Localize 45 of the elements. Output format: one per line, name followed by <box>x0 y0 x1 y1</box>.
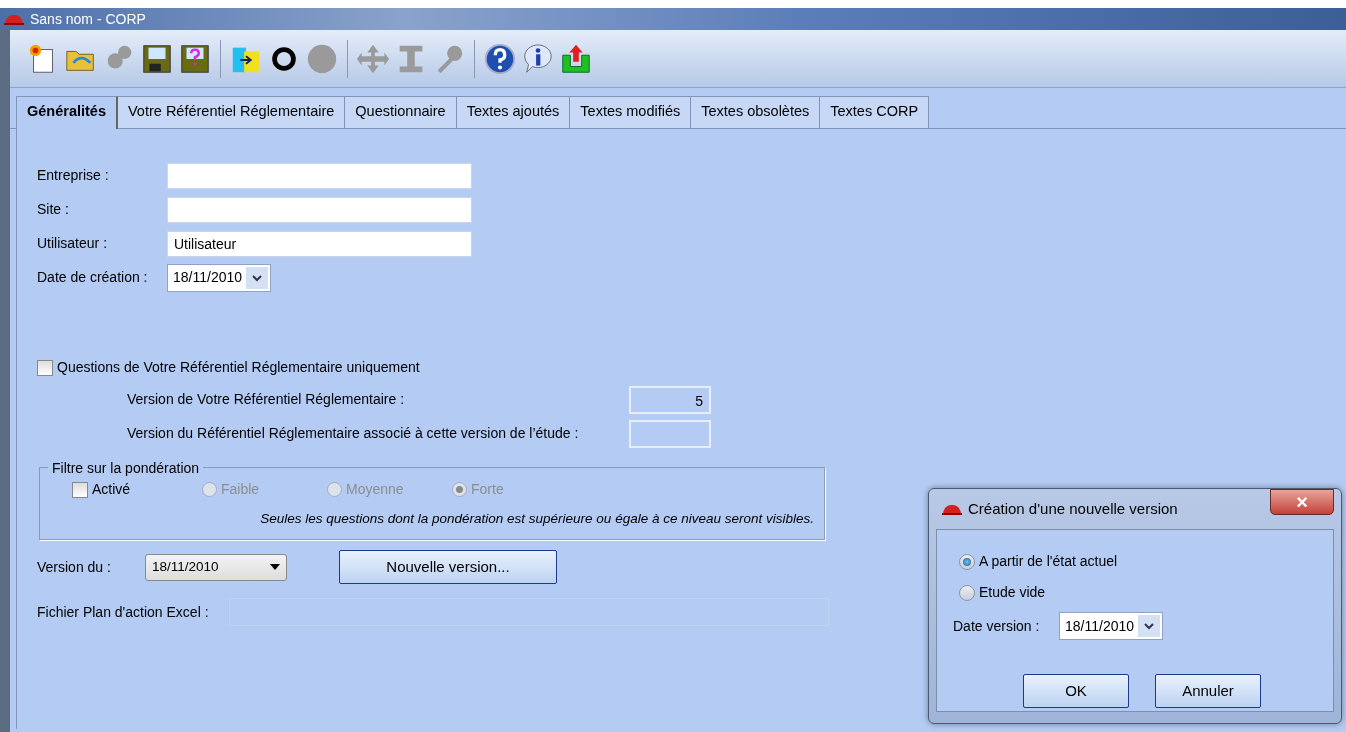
radio-button[interactable] <box>959 553 975 570</box>
checkbox-label: Questions de Votre Référentiel Réglementaire uniquement <box>57 358 420 378</box>
checkbox[interactable] <box>72 481 88 498</box>
radio-label: Etude vide <box>979 583 1046 602</box>
radio-label: Moyenne <box>346 480 404 500</box>
field-label: Version de Votre Référentiel Réglementaire : <box>127 390 406 410</box>
note-text: Seules les questions dont la pondération est supérieure ou égale à ce niveau seront visibles. <box>259 509 814 528</box>
tab[interactable]: Textes modifiés <box>569 96 692 128</box>
field-label: Entreprise : <box>37 166 110 186</box>
new-version-button[interactable]: Nouvelle version... <box>339 550 557 584</box>
tab[interactable]: Textes ajoutés <box>455 96 571 128</box>
text-field[interactable]: Utilisateur <box>167 230 472 257</box>
window-title: Sans nom - CORP <box>30 9 146 29</box>
text-field[interactable] <box>167 162 472 189</box>
hardhat-icon <box>4 13 24 25</box>
field-label: Date version : <box>953 616 1041 636</box>
caret-icon <box>270 564 280 570</box>
field-label: Utilisateur : <box>37 234 109 254</box>
field-label: Version du : <box>37 557 112 577</box>
radio-label: A partir de l'état actuel <box>979 552 1118 571</box>
radio-label: Faible <box>221 480 260 500</box>
version-dropdown[interactable]: 18/11/2010 <box>145 553 287 581</box>
field-label: Version du Référentiel Réglementaire associé à cette version de l’étude : <box>127 424 580 444</box>
checkbox-label: Activé <box>92 480 131 500</box>
date-picker[interactable]: 18/11/2010 <box>167 263 272 292</box>
dialog-title: Création d'une nouvelle version <box>968 498 1178 519</box>
date-picker[interactable]: 18/11/2010 <box>1059 612 1164 640</box>
radio-button[interactable] <box>959 584 975 601</box>
checkbox[interactable] <box>37 359 53 376</box>
field-label: Site : <box>37 200 70 220</box>
field-label: Fichier Plan d'action Excel : <box>37 602 210 622</box>
text-field[interactable] <box>167 196 472 223</box>
tab[interactable]: Votre Référentiel Réglementaire <box>117 96 346 128</box>
tab[interactable]: Généralités <box>16 96 118 129</box>
tab[interactable]: Questionnaire <box>344 96 457 128</box>
field-label: Date de création : <box>37 268 149 288</box>
readonly-field: 5 <box>629 385 711 414</box>
radio-label: Forte <box>471 480 504 500</box>
tab[interactable]: Textes obsolètes <box>690 96 821 128</box>
ok-button[interactable]: OK <box>1023 674 1129 708</box>
hardhat-icon <box>942 503 962 515</box>
help-icon[interactable] <box>483 41 517 76</box>
info-icon[interactable] <box>521 41 555 76</box>
cancel-button[interactable]: Annuler <box>1155 674 1261 708</box>
tab[interactable]: Textes CORP <box>819 96 930 128</box>
